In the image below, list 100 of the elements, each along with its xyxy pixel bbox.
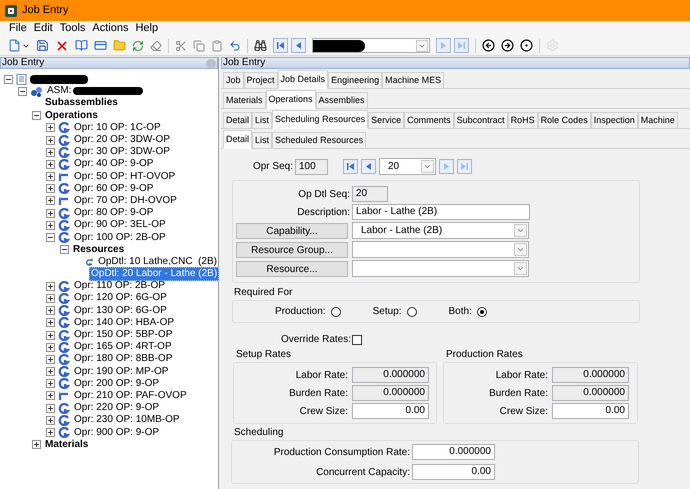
forward-icon[interactable] [501,39,514,52]
expand-icon[interactable] [46,294,55,303]
tree-item[interactable]: Opr: 230 OP: 10MB-OP [73,414,181,426]
expand-icon[interactable] [46,318,55,328]
previous-detail-button[interactable] [361,159,376,174]
expand-icon[interactable] [46,428,55,438]
text-field[interactable]: 0.000000 [412,444,495,460]
tree-item[interactable]: Opr: 70 OP: DH-OVOP [73,194,178,207]
tree-item[interactable]: Opr: 110 OP: 2B-OP [73,280,166,292]
expand-icon[interactable] [46,367,55,376]
tab[interactable]: Subcontract [454,112,508,129]
expand-icon[interactable] [46,148,55,157]
expand-icon[interactable] [46,391,55,400]
tree-item[interactable]: Opr: 100 OP: 2B-OP [73,232,167,244]
text-field[interactable]: 0.00 [352,403,429,419]
lookup-button[interactable]: Resource... [236,260,348,276]
book-icon[interactable] [75,39,88,52]
tree-item[interactable]: Opr: 150 OP: 5BP-OP [73,329,174,342]
circle-icon[interactable] [520,39,533,52]
tab[interactable]: Detail [223,112,252,129]
tab[interactable]: Operations [266,90,316,109]
tab[interactable]: Project [244,72,278,89]
previous-record-button[interactable] [291,38,306,53]
lookup-button[interactable]: Resource Group... [236,242,348,258]
expand-icon[interactable] [46,379,55,388]
refresh-icon[interactable] [132,40,144,52]
radio-button[interactable] [330,306,341,316]
menu-item[interactable]: Tools [56,20,88,37]
tree-item[interactable]: Opr: 190 OP: MP-OP [73,366,170,378]
detail-combo[interactable]: 20 [379,158,436,175]
tree-item[interactable]: Opr: 90 OP: 3EL-OP [73,219,167,232]
tree-item[interactable]: Subassemblies [44,97,119,110]
new-document-icon[interactable] [8,39,21,52]
card-icon[interactable] [94,39,107,52]
back-icon[interactable] [482,39,495,52]
expand-icon[interactable] [46,196,55,206]
undo-icon[interactable] [229,40,241,52]
expand-icon[interactable] [46,342,55,352]
delete-icon[interactable] [55,38,69,52]
checkbox[interactable] [352,334,362,344]
expand-icon[interactable] [46,220,55,230]
tab[interactable]: RoHS [508,112,538,129]
tree-item[interactable]: Opr: 20 OP: 3DW-OP [73,134,171,146]
collapse-icon[interactable] [4,74,13,84]
expand-icon[interactable] [46,306,55,316]
tree-item[interactable]: Opr: 130 OP: 6G-OP [73,304,168,317]
expand-icon[interactable] [46,416,55,425]
search-icon[interactable] [254,39,267,52]
tab[interactable]: Detail [223,130,252,149]
radio-button[interactable] [476,306,487,316]
tab[interactable]: List [252,132,272,149]
save-icon[interactable] [36,39,49,52]
text-field[interactable]: 20 [352,186,388,202]
menu-item[interactable]: Edit [30,20,56,37]
copy-icon[interactable] [193,40,205,52]
cut-icon[interactable] [175,40,187,52]
tree-item[interactable]: Opr: 220 OP: 9-OP [73,402,160,414]
expand-icon[interactable] [46,330,55,340]
radio-button[interactable] [406,306,417,316]
tree-item[interactable]: Opr: 210 OP: PAF-OVOP [73,390,188,402]
tree-item[interactable]: Opr: 900 OP: 9-OP [73,426,160,439]
tree-item[interactable]: Opr: 50 OP: HT-OVOP [73,170,176,183]
collapse-icon[interactable] [32,111,41,120]
menu-item[interactable]: File [6,20,30,37]
tab[interactable]: Scheduling Resources [272,110,368,129]
tab[interactable]: Comments [404,112,454,129]
tab[interactable]: Assemblies [316,92,368,109]
tab[interactable]: Machine [638,112,678,129]
tab[interactable]: Job Details [278,70,328,89]
tree-item[interactable]: Operations [44,110,99,122]
tab[interactable]: Engineering [328,72,382,89]
first-detail-button[interactable] [343,159,358,174]
expand-icon[interactable] [46,184,55,194]
lookup-combo[interactable]: Labor - Lathe (2B) [352,222,529,239]
tree-item[interactable]: Opr: 40 OP: 9-OP [73,158,154,170]
expand-icon[interactable] [46,160,55,169]
expand-icon[interactable] [32,440,41,450]
first-record-button[interactable] [273,38,288,53]
collapse-icon[interactable] [60,245,69,254]
text-field[interactable]: 0.00 [412,464,495,480]
eraser-icon[interactable] [150,40,162,52]
expand-icon[interactable] [46,354,55,364]
tab[interactable]: Materials [223,92,266,109]
paste-icon[interactable] [211,40,223,52]
tree-item[interactable]: Opr: 180 OP: 8BB-OP [73,353,174,366]
collapse-icon[interactable] [46,233,55,242]
tab[interactable]: Job [223,72,244,89]
text-field[interactable]: 100 [295,158,328,174]
menu-item[interactable]: Actions [89,20,132,37]
tree-item[interactable]: Resources [72,244,126,256]
tree-item[interactable]: Opr: 200 OP: 9-OP [73,378,160,390]
tab[interactable]: Inspection [590,112,638,129]
tree-item[interactable]: Opr: 80 OP: 9-OP [73,207,154,220]
tree-item[interactable]: Opr: 10 OP: 1C-OP [73,122,162,134]
expand-icon[interactable] [46,136,55,145]
tree-item[interactable]: Materials [44,438,90,451]
expand-icon[interactable] [46,123,55,132]
menu-item[interactable]: Help [132,20,162,37]
tree-item[interactable]: Opr: 60 OP: 9-OP [73,182,154,195]
collapse-icon[interactable] [18,86,27,96]
